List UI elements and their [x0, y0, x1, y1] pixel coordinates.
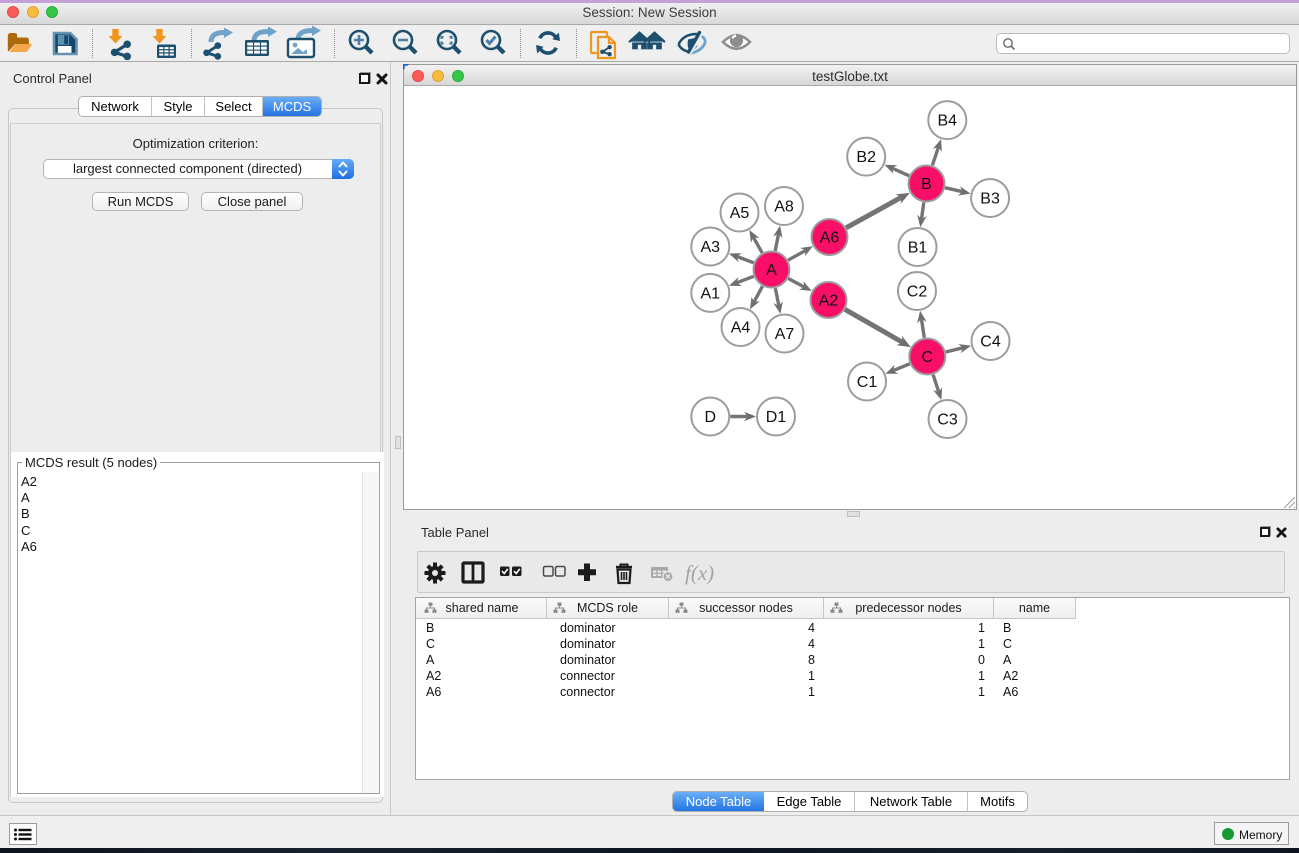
svg-text:C1: C1 [857, 374, 878, 391]
svg-text:A4: A4 [731, 320, 751, 337]
svg-text:A6: A6 [820, 230, 840, 247]
svg-text:C: C [922, 349, 934, 366]
svg-text:D1: D1 [766, 409, 787, 426]
svg-text:C3: C3 [937, 412, 958, 429]
svg-text:A2: A2 [819, 293, 839, 310]
svg-text:B2: B2 [856, 149, 876, 166]
svg-text:B1: B1 [908, 240, 928, 257]
svg-text:C4: C4 [980, 334, 1001, 351]
svg-text:B: B [921, 176, 932, 193]
svg-text:C2: C2 [907, 284, 928, 301]
svg-text:A3: A3 [701, 239, 721, 256]
svg-text:A1: A1 [701, 285, 721, 302]
svg-text:A8: A8 [774, 199, 794, 216]
svg-text:A5: A5 [730, 205, 750, 222]
svg-text:f(x): f(x) [685, 561, 714, 585]
svg-text:A7: A7 [775, 326, 795, 343]
svg-text:A: A [766, 262, 777, 279]
svg-text:B3: B3 [980, 191, 1000, 208]
svg-text:B4: B4 [938, 113, 958, 130]
svg-text:D: D [705, 409, 717, 426]
